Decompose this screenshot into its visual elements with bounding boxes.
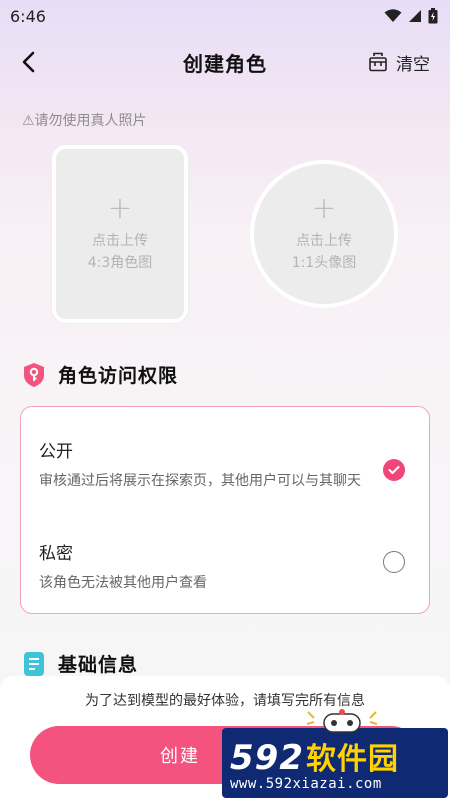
create-button-label: 创建 — [160, 746, 200, 767]
battery-icon — [428, 8, 438, 24]
back-arrow-icon — [22, 51, 35, 73]
gamepad-mascot-icon — [306, 709, 378, 733]
status-time: 6:46 — [10, 6, 46, 26]
document-icon — [24, 651, 44, 676]
access-card: 公开 审核通过后将展示在探索页，其他用户可以与其聊天 私密 该角色无法被其他用户… — [20, 406, 430, 614]
option-public-title: 公开 — [39, 442, 73, 462]
signal-icon — [409, 10, 421, 22]
option-public-desc: 审核通过后将展示在探索页，其他用户可以与其聊天 — [39, 473, 361, 489]
upload-avatar-line2: 1:1头像图 — [291, 255, 357, 271]
upload-role-image[interactable]: + 点击上传 4:3角色图 — [52, 145, 188, 323]
status-bar: 6:46 — [0, 0, 450, 32]
basic-section-title: 基础信息 — [58, 654, 139, 676]
photo-warning: ⚠请勿使用真人照片 — [22, 113, 147, 129]
plus-icon: + — [107, 191, 133, 226]
upload-avatar-image[interactable]: + 点击上传 1:1头像图 — [250, 160, 398, 308]
shield-key-icon — [24, 362, 44, 387]
upload-avatar-line1: 点击上传 — [296, 233, 352, 249]
plus-icon: + — [311, 191, 337, 226]
option-private-title: 私密 — [39, 544, 73, 564]
site-watermark: 592 软件园 www.592xiazai.com — [222, 728, 448, 798]
private-radio[interactable] — [383, 551, 405, 573]
fill-hint: 为了达到模型的最好体验，请填写完所有信息 — [85, 693, 365, 709]
access-section-title: 角色访问权限 — [58, 365, 179, 387]
public-radio-checked[interactable] — [383, 459, 405, 481]
access-section-header: 角色访问权限 — [22, 361, 178, 388]
clear-icon — [369, 52, 387, 72]
top-bar: 创建角色 清空 — [0, 40, 450, 84]
back-button[interactable] — [12, 46, 44, 78]
watermark-brand: 软件园 — [305, 742, 399, 777]
clear-label: 清空 — [396, 54, 430, 75]
check-icon — [388, 466, 400, 474]
upload-role-line1: 点击上传 — [92, 233, 148, 249]
clear-button[interactable]: 清空 — [368, 48, 430, 76]
option-public[interactable]: 公开 审核通过后将展示在探索页，其他用户可以与其聊天 — [39, 437, 411, 492]
basic-section-header: 基础信息 — [22, 650, 138, 677]
option-private-desc: 该角色无法被其他用户查看 — [39, 575, 207, 591]
option-private[interactable]: 私密 该角色无法被其他用户查看 — [39, 539, 411, 594]
status-icons — [384, 8, 438, 24]
page-title: 创建角色 — [183, 51, 267, 76]
wifi-icon — [384, 9, 402, 22]
watermark-numbers: 592 — [230, 738, 304, 778]
watermark-url: www.592xiazai.com — [230, 776, 382, 792]
upload-role-line2: 4:3角色图 — [87, 255, 153, 271]
